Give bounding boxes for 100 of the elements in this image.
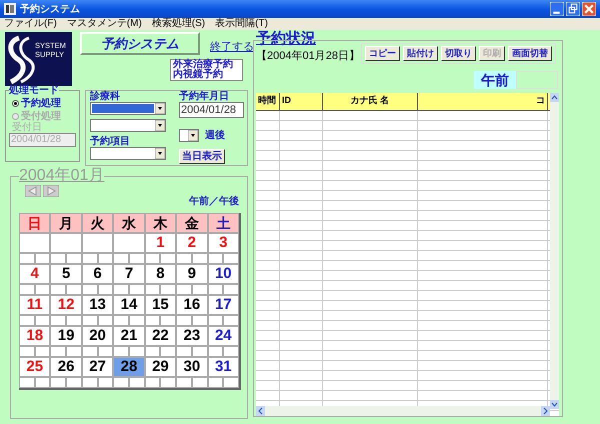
scroll-down-icon[interactable] <box>550 400 559 408</box>
day-cell[interactable]: 31 <box>208 357 239 377</box>
day-cell[interactable]: 6 <box>82 264 114 284</box>
day-cell[interactable]: 23 <box>176 326 208 346</box>
slot-cell[interactable] <box>176 315 192 326</box>
toolbar-button[interactable]: 貼付け <box>403 46 438 61</box>
day-cell[interactable]: 17 <box>208 295 239 315</box>
slot-cell[interactable] <box>144 253 160 264</box>
slot-cell[interactable] <box>208 253 224 264</box>
day-cell[interactable]: 16 <box>176 295 208 315</box>
menu-item[interactable]: 表示間隔(T) <box>215 18 268 30</box>
slot-cell[interactable] <box>160 377 176 388</box>
today-button[interactable]: 当日表示 <box>179 149 225 164</box>
dropdown[interactable] <box>90 102 166 115</box>
day-cell[interactable]: 10 <box>208 264 239 284</box>
slot-cell[interactable] <box>208 346 224 357</box>
day-cell[interactable]: 3 <box>208 233 239 253</box>
day-cell[interactable]: 8 <box>144 264 176 284</box>
slot-cell[interactable] <box>113 377 129 388</box>
slot-cell[interactable] <box>82 253 98 264</box>
slot-cell[interactable] <box>19 346 35 357</box>
day-cell[interactable]: 2 <box>176 233 208 253</box>
slot-cell[interactable] <box>34 253 50 264</box>
slot-cell[interactable] <box>82 284 98 295</box>
slot-cell[interactable] <box>113 346 129 357</box>
horizontal-scrollbar[interactable] <box>256 406 550 416</box>
slot-cell[interactable] <box>113 253 129 264</box>
slot-cell[interactable] <box>19 253 35 264</box>
close-icon[interactable] <box>582 2 596 16</box>
slot-cell[interactable] <box>19 377 35 388</box>
column-header[interactable]: カナ氏 名 <box>323 92 418 110</box>
day-cell[interactable]: 27 <box>82 357 114 377</box>
menu-item[interactable]: 検索処理(S) <box>152 18 206 30</box>
slot-cell[interactable] <box>98 346 114 357</box>
day-cell[interactable]: 5 <box>50 264 82 284</box>
restore-icon[interactable] <box>566 2 580 16</box>
slot-cell[interactable] <box>113 284 129 295</box>
slot-cell[interactable] <box>160 284 176 295</box>
slot-cell[interactable] <box>192 284 208 295</box>
slot-cell[interactable] <box>192 346 208 357</box>
slot-cell[interactable] <box>98 315 114 326</box>
slot-cell[interactable] <box>192 377 208 388</box>
day-cell[interactable]: 9 <box>176 264 208 284</box>
slot-cell[interactable] <box>50 377 66 388</box>
slot-cell[interactable] <box>98 377 114 388</box>
slot-cell[interactable] <box>176 346 192 357</box>
slot-cell[interactable] <box>50 284 66 295</box>
slot-cell[interactable] <box>144 315 160 326</box>
dropdown-arrow-icon[interactable] <box>188 130 198 141</box>
slot-cell[interactable] <box>208 377 224 388</box>
slot-cell[interactable] <box>160 346 176 357</box>
slot-cell[interactable] <box>208 315 224 326</box>
slot-cell[interactable] <box>50 315 66 326</box>
scroll-right-icon[interactable] <box>541 406 550 416</box>
day-cell[interactable]: 1 <box>144 233 176 253</box>
day-cell[interactable]: 13 <box>82 295 114 315</box>
slot-cell[interactable] <box>160 253 176 264</box>
dropdown[interactable] <box>90 147 166 160</box>
day-cell[interactable]: 26 <box>50 357 82 377</box>
slot-cell[interactable] <box>128 315 145 326</box>
slot-cell[interactable] <box>34 377 50 388</box>
day-cell[interactable]: 21 <box>113 326 145 346</box>
slot-cell[interactable] <box>34 346 50 357</box>
slot-cell[interactable] <box>66 284 82 295</box>
slot-cell[interactable] <box>113 315 129 326</box>
slot-cell[interactable] <box>82 377 98 388</box>
vertical-scrollbar[interactable] <box>550 92 559 408</box>
slot-cell[interactable] <box>208 284 224 295</box>
day-cell[interactable]: 30 <box>176 357 208 377</box>
day-cell[interactable]: 19 <box>50 326 82 346</box>
slot-cell[interactable] <box>144 346 160 357</box>
slot-cell[interactable] <box>128 377 145 388</box>
day-cell[interactable]: 20 <box>82 326 114 346</box>
slot-cell[interactable] <box>50 253 66 264</box>
day-cell[interactable]: 7 <box>113 264 145 284</box>
column-header[interactable]: コ <box>418 92 548 110</box>
dropdown-arrow-icon[interactable] <box>155 148 165 159</box>
day-cell[interactable]: 12 <box>50 295 82 315</box>
ampm-toggle[interactable]: 午前／午後 <box>189 194 239 209</box>
dropdown[interactable] <box>90 119 166 132</box>
day-cell[interactable]: 11 <box>19 295 50 315</box>
scroll-up-icon[interactable] <box>550 92 559 102</box>
slot-cell[interactable] <box>223 346 239 357</box>
menu-item[interactable]: マスタメンテ(M) <box>66 18 142 30</box>
slot-cell[interactable] <box>98 284 114 295</box>
slot-cell[interactable] <box>128 253 145 264</box>
slot-cell[interactable] <box>192 253 208 264</box>
slot-cell[interactable] <box>176 253 192 264</box>
dropdown[interactable] <box>179 129 199 142</box>
day-cell[interactable]: 28 <box>113 357 145 377</box>
dropdown-arrow-icon[interactable] <box>155 120 165 131</box>
menu-item[interactable]: ファイル(F) <box>4 18 57 30</box>
day-cell[interactable]: 18 <box>19 326 50 346</box>
slot-cell[interactable] <box>66 315 82 326</box>
date-field[interactable]: 2004/01/28 <box>179 102 244 118</box>
slot-cell[interactable] <box>66 377 82 388</box>
slot-cell[interactable] <box>66 346 82 357</box>
toolbar-button[interactable]: 画面切替 <box>508 46 552 61</box>
slot-cell[interactable] <box>223 315 239 326</box>
dropdown-arrow-icon[interactable] <box>155 103 165 114</box>
